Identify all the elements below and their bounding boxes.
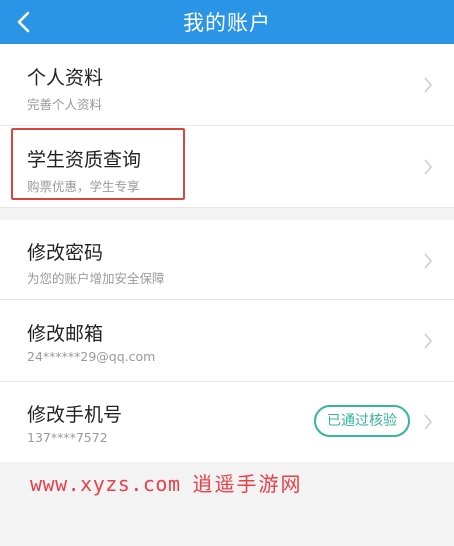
menu-item-subtitle: 24******29@qq.com <box>27 349 156 364</box>
chevron-right-icon <box>424 159 433 175</box>
verified-badge: 已通过核验 <box>314 405 410 437</box>
watermark-url: www.xyzs.com <box>30 472 181 496</box>
menu-item-title: 修改邮箱 <box>27 323 104 345</box>
back-button[interactable] <box>8 6 40 38</box>
menu-item-subtitle: 购票优惠，学生专享 <box>27 179 140 194</box>
menu-item-title: 个人资料 <box>27 67 104 89</box>
menu-item-student-status[interactable]: 学生资质查询 购票优惠，学生专享 <box>0 126 454 208</box>
menu-item-title: 修改手机号 <box>27 404 123 426</box>
menu-item-change-password[interactable]: 修改密码 为您的账户增加安全保障 <box>0 220 454 300</box>
chevron-right-icon <box>424 77 433 93</box>
menu-item-title: 学生资质查询 <box>27 149 142 171</box>
menu-item-title: 修改密码 <box>27 242 104 264</box>
menu-item-profile[interactable]: 个人资料 完善个人资料 <box>0 44 454 126</box>
menu-item-subtitle: 完善个人资料 <box>27 97 103 112</box>
watermark: www.xyzs.com 逍遥手游网 <box>30 468 303 497</box>
page-title: 我的账户 <box>183 11 271 35</box>
chevron-left-icon <box>17 11 30 33</box>
menu-item-subtitle: 137****7572 <box>27 430 108 445</box>
chevron-right-icon <box>424 253 433 269</box>
menu-item-subtitle: 为您的账户增加安全保障 <box>27 271 165 286</box>
app-header: 我的账户 <box>0 0 454 44</box>
watermark-name: 逍遥手游网 <box>192 472 303 496</box>
chevron-right-icon <box>424 414 433 430</box>
chevron-right-icon <box>424 333 433 349</box>
menu-item-change-email[interactable]: 修改邮箱 24******29@qq.com <box>0 300 454 382</box>
